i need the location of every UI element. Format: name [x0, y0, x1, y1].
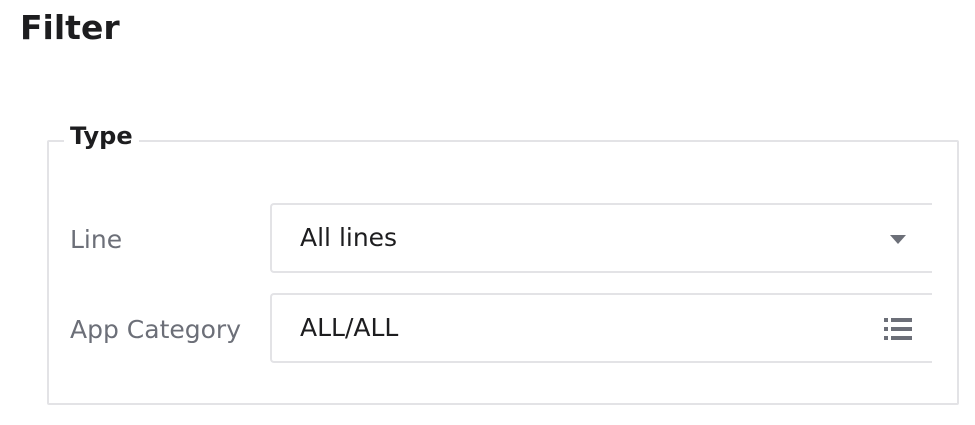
filter-page: Filter Type Line All lines App Category …: [0, 0, 975, 425]
page-title: Filter: [20, 8, 120, 47]
line-select-value: All lines: [300, 223, 398, 252]
type-legend: Type: [64, 120, 139, 152]
line-select[interactable]: All lines: [270, 203, 932, 273]
app-category-field[interactable]: ALL/ALL: [270, 293, 932, 363]
app-category-label: App Category: [70, 315, 241, 344]
list-icon[interactable]: [884, 317, 912, 341]
line-label: Line: [70, 225, 123, 254]
caret-down-icon[interactable]: [890, 235, 906, 244]
app-category-value: ALL/ALL: [300, 313, 399, 342]
